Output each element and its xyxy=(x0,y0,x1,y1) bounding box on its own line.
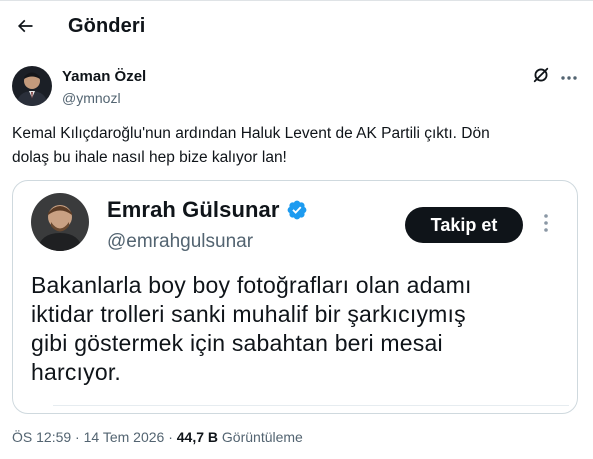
embed-author-name: Emrah Gülsunar xyxy=(107,197,280,222)
embed-text-line: harcıyor. xyxy=(31,359,122,385)
views-count: 44,7 B xyxy=(176,429,219,445)
author-handle[interactable]: @ymnozl xyxy=(62,90,121,106)
embedded-tweet-card[interactable]: Emrah Gülsunar @emrahgulsunar Takip et B… xyxy=(12,180,578,414)
embed-author-handle: @emrahgulsunar xyxy=(107,231,254,252)
author-avatar[interactable] xyxy=(12,66,52,106)
tweet-text-line: dolaş bu ihale nasıl hep bize kalıyor la… xyxy=(12,149,287,166)
more-horizontal-icon xyxy=(560,68,578,86)
follow-button[interactable]: Takip et xyxy=(405,207,523,243)
page-title: Gönderi xyxy=(68,15,146,37)
more-vertical-icon xyxy=(543,213,549,238)
top-bar: Gönderi xyxy=(0,0,593,57)
embed-tweet-text: Bakanlarla boy boy fotoğrafları olan ada… xyxy=(31,271,571,387)
tweet-text: Kemal Kılıçdaroğlu'nun ardından Haluk Le… xyxy=(12,122,572,170)
grok-icon xyxy=(532,66,550,89)
views-label: Görüntüleme xyxy=(221,429,303,445)
author-name[interactable]: Yaman Özel xyxy=(62,68,146,85)
meta-separator: · xyxy=(75,429,80,445)
tweet-date[interactable]: 14 Tem 2026 xyxy=(84,429,165,445)
tweet-time[interactable]: ÖS 12:59 xyxy=(12,429,71,445)
embed-avatar xyxy=(31,193,89,251)
embed-text-line: gibi göstermek için sabahtan beri mesai xyxy=(31,330,443,356)
embed-text-line: Bakanlarla boy boy fotoğrafları olan ada… xyxy=(31,272,472,298)
arrow-left-icon xyxy=(15,16,35,41)
more-button[interactable] xyxy=(558,67,580,87)
embed-divider xyxy=(53,405,569,406)
tweet-meta: ÖS 12:59 · 14 Tem 2026 · 44,7 B Görüntül… xyxy=(12,429,303,445)
grok-button[interactable] xyxy=(531,67,551,87)
embed-name-row: Emrah Gülsunar xyxy=(107,197,308,223)
embed-more-button xyxy=(539,213,553,237)
embed-text-line: iktidar trolleri sanki muhalif bir şarkı… xyxy=(31,301,466,327)
back-button[interactable] xyxy=(8,11,42,45)
verified-badge-icon xyxy=(286,199,308,221)
meta-separator: · xyxy=(168,429,173,445)
tweet-text-line: Kemal Kılıçdaroğlu'nun ardından Haluk Le… xyxy=(12,125,490,142)
